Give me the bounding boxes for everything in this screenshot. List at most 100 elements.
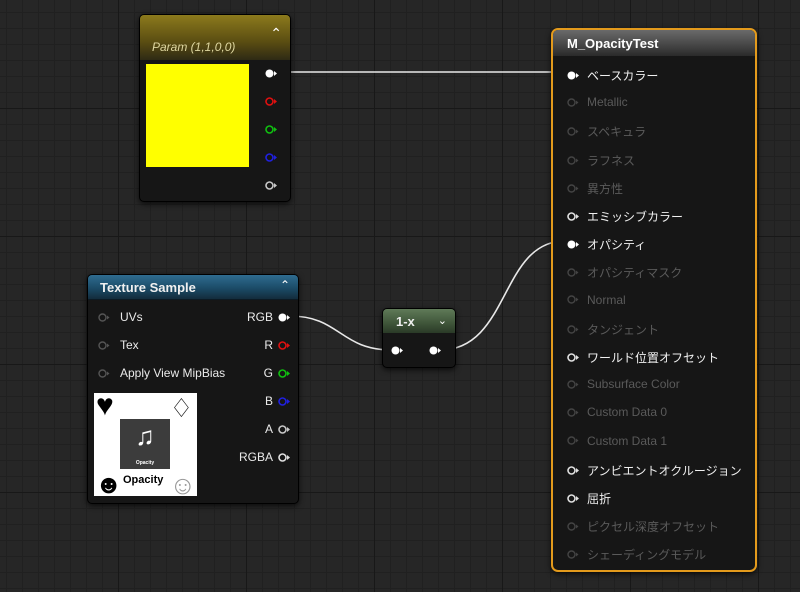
chevron-down-icon[interactable]: ⌄ [438,314,447,327]
pin-out-g[interactable] [265,125,277,134]
pin-in-material[interactable] [567,212,579,221]
pin-in-uvs[interactable] [98,312,110,322]
pin-in-uvs-row[interactable]: UVs [98,310,143,324]
pin-in-material[interactable] [567,353,579,362]
heart-icon: ♥ [96,393,114,422]
material-input-row[interactable]: シェーディングモデル [567,546,706,563]
pin-in-material[interactable] [567,408,579,417]
material-input-label: シェーディングモデル [587,548,707,563]
material-input-row[interactable]: Normal [567,293,626,307]
pin-out-b[interactable] [278,396,290,406]
wire-rgb-to-oneminus[interactable] [289,315,393,351]
one-minus-header[interactable]: 1-x ⌄ [383,309,455,333]
pin-out-rgb-row[interactable]: RGB [247,310,290,324]
material-input-label: Normal [587,292,626,307]
chevron-up-icon[interactable]: ⌃ [270,25,282,42]
pin-in-material[interactable] [567,550,579,560]
material-input-row[interactable]: Subsurface Color [567,377,680,391]
material-input-row[interactable]: 異方性 [567,180,623,197]
material-input-label: Custom Data 0 [587,405,668,420]
texture-sample-header[interactable]: Texture Sample ⌃ [88,275,298,300]
param-node[interactable]: Param (1,1,0,0) ⌃ [139,14,291,202]
material-input-label: Subsurface Color [587,377,680,392]
pin-in-one-minus[interactable] [391,346,403,355]
pin-out-a[interactable] [265,181,277,190]
pin-in-material[interactable] [567,325,579,334]
pin-out-a[interactable] [278,424,290,434]
pin-label-rgb: RGB [246,310,273,324]
texture-sample-node[interactable]: Texture Sample ⌃ UVs Tex Apply View MipB… [87,274,299,504]
pin-out-r-row[interactable]: R [264,338,290,352]
param-node-title: Param (1,1,0,0) [152,40,236,54]
pin-in-material[interactable] [567,155,579,165]
material-input-label: アンビエントオクルージョン [587,463,742,478]
music-note-icon: ♫ [135,421,155,451]
pin-in-material[interactable] [567,379,579,389]
pin-in-material[interactable] [567,127,579,137]
color-swatch [146,64,249,167]
material-input-label: ピクセル深度オフセット [587,520,720,535]
pin-in-material[interactable] [567,240,579,249]
pin-out-r[interactable] [265,97,277,106]
pin-out-a-row[interactable]: A [265,422,290,436]
pin-in-material[interactable] [567,295,579,304]
pin-out-b-row[interactable]: B [265,394,290,408]
pin-out-one-minus[interactable] [429,346,441,355]
pin-out-rgba[interactable] [278,452,290,462]
pin-in-material[interactable] [567,465,579,475]
smiley-outline-icon: ☺ [169,470,196,496]
wire-oneminus-to-opacity[interactable] [439,240,566,351]
pin-in-material[interactable] [567,268,579,278]
pin-out-rgb[interactable] [278,313,290,322]
pin-in-mipbias-row[interactable]: Apply View MipBias [98,366,225,380]
pin-out-rgba-row[interactable]: RGBA [239,450,290,464]
diamond-icon: ♢ [169,393,193,423]
material-input-row[interactable]: ワールド位置オフセット [567,349,719,366]
one-minus-node[interactable]: 1-x ⌄ [382,308,456,368]
pin-label-uvs: UVs [120,310,143,324]
material-input-row[interactable]: エミッシブカラー [567,208,683,225]
pin-in-material[interactable] [567,436,579,445]
material-input-label: ベースカラー [587,69,659,83]
texture-thumbnail: ♥ ♢ ♫ Opacity ☻ Opacity ☺ [94,393,197,496]
material-input-row[interactable]: Custom Data 1 [567,434,667,448]
material-input-row[interactable]: オパシティマスク [567,264,682,281]
pin-label-r: R [264,338,273,352]
pin-out-g-row[interactable]: G [264,366,290,380]
pin-in-material[interactable] [567,522,579,531]
material-input-row[interactable]: Metallic [567,95,628,109]
material-input-row[interactable]: オパシティ [567,236,646,253]
material-input-row[interactable]: タンジェント [567,321,659,338]
pin-out-rgba[interactable] [265,69,277,78]
texture-sample-title: Texture Sample [100,279,196,295]
pin-in-material[interactable] [567,71,579,80]
material-input-row[interactable]: 屈折 [567,490,611,507]
pin-out-g[interactable] [278,368,290,378]
material-input-row[interactable]: スペキュラ [567,123,646,140]
chevron-up-icon[interactable]: ⌃ [280,278,290,292]
material-input-label: エミッシブカラー [587,210,684,224]
pin-in-mipbias[interactable] [98,368,110,378]
pin-in-tex-row[interactable]: Tex [98,338,139,352]
material-input-row[interactable]: Custom Data 0 [567,405,667,419]
material-input-label: ワールド位置オフセット [587,351,720,365]
pin-in-material[interactable] [567,97,579,107]
material-input-row[interactable]: ラフネス [567,152,635,169]
pin-out-b[interactable] [265,153,277,162]
material-result-node[interactable]: M_OpacityTest ベースカラー Metallic スペキュララフネス異方性… [551,28,757,572]
material-input-row[interactable]: ベースカラー [567,67,658,84]
pin-label-a: A [264,422,273,436]
pin-in-material[interactable] [567,184,579,193]
material-input-row[interactable]: アンビエントオクルージョン [567,462,742,479]
param-node-header[interactable]: Param (1,1,0,0) ⌃ [140,15,290,60]
pin-in-material[interactable] [567,494,579,503]
tile-caption: Opacity [135,460,155,466]
pin-label-tex: Tex [120,338,139,352]
smiley-icon: ☻ [95,469,123,496]
material-input-row[interactable]: ピクセル深度オフセット [567,518,719,535]
pin-out-r[interactable] [278,340,290,350]
pin-in-tex[interactable] [98,340,110,350]
material-input-label: タンジェント [587,322,660,337]
material-node-header[interactable]: M_OpacityTest [553,30,755,56]
material-input-label: 屈折 [587,492,612,506]
